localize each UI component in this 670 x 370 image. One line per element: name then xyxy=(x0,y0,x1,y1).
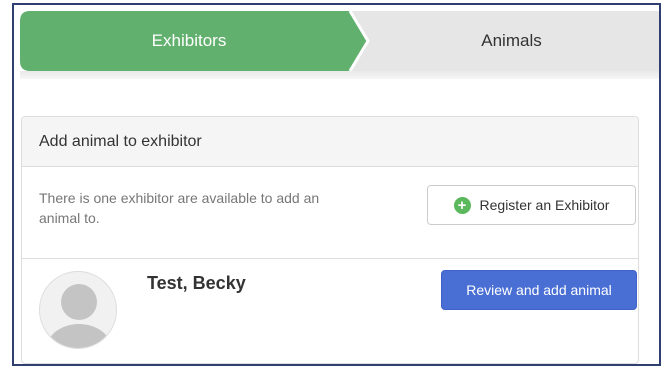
register-exhibitor-label: Register an Exhibitor xyxy=(479,197,610,213)
user-placeholder-icon xyxy=(47,284,111,348)
screenshot-frame: Exhibitors Animals Add animal to exhibit… xyxy=(12,3,661,366)
panel-heading: Add animal to exhibitor xyxy=(22,117,638,167)
exhibitor-count-text: There is one exhibitor are available to … xyxy=(39,190,320,226)
info-row: There is one exhibitor are available to … xyxy=(22,167,638,259)
exhibitor-row: Test, Becky Review and add animal xyxy=(22,259,638,361)
step-exhibitors[interactable]: Exhibitors xyxy=(20,11,358,71)
avatar xyxy=(39,271,117,349)
progress-stepper: Exhibitors Animals xyxy=(20,11,659,75)
plus-circle-icon: + xyxy=(453,196,471,214)
exhibitor-name: Test, Becky xyxy=(147,273,246,293)
stepper-shadow xyxy=(20,71,659,79)
add-animal-panel: Add animal to exhibitor There is one exh… xyxy=(21,116,639,364)
review-and-add-animal-button[interactable]: Review and add animal xyxy=(441,270,637,310)
step-animals[interactable]: Animals xyxy=(360,11,659,71)
register-exhibitor-button[interactable]: + Register an Exhibitor xyxy=(427,185,636,225)
